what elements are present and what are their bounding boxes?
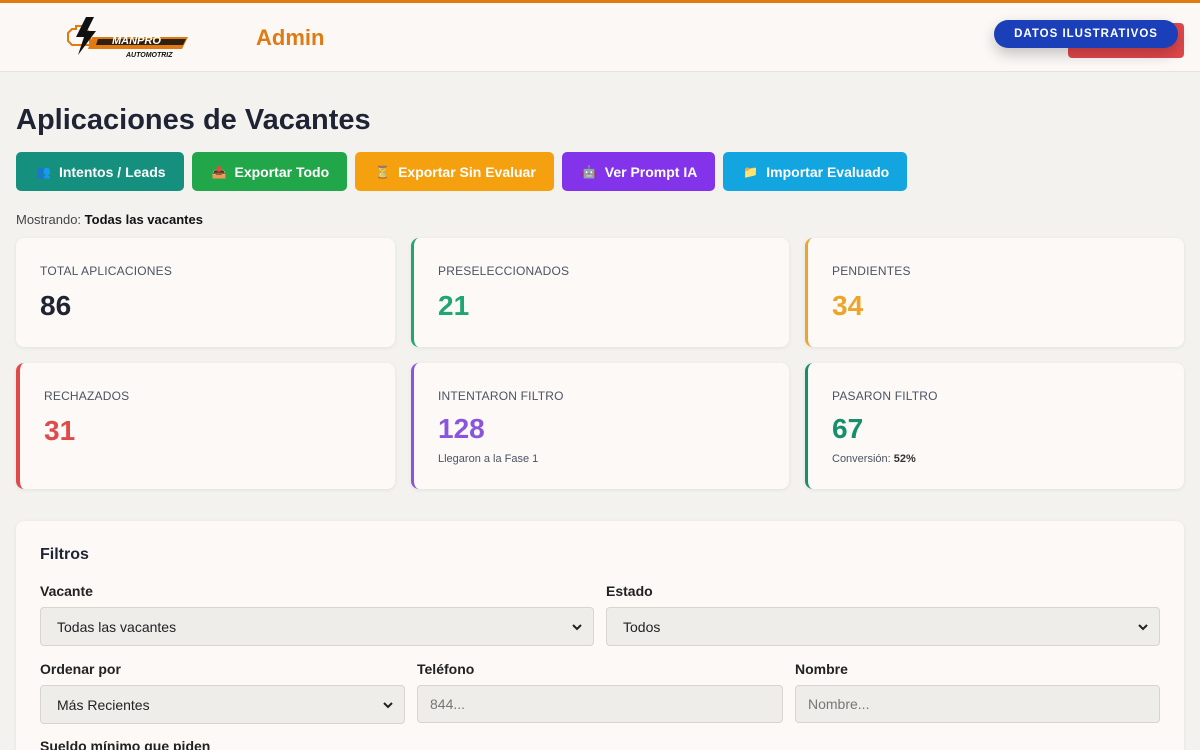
stat-label: PENDIENTES <box>832 264 911 278</box>
admin-label: Admin <box>256 25 325 50</box>
export-unevaluated-button-label: Exportar Sin Evaluar <box>398 163 536 180</box>
hourglass-icon: ⏳ <box>375 164 391 179</box>
robot-icon: 🤖 <box>581 164 597 179</box>
filters-title: Filtros <box>40 546 89 563</box>
view-prompt-button[interactable]: 🤖 Ver Prompt IA <box>561 152 716 191</box>
stat-value: 86 <box>40 290 72 321</box>
telefono-label: Teléfono <box>417 661 475 677</box>
users-icon: 👥 <box>36 164 51 179</box>
logo-tagline-text: AUTOMOTRIZ <box>125 52 173 59</box>
filters-panel: Filtros Vacante Todas las vacantes Estad… <box>16 521 1184 750</box>
stat-label: PASARON FILTRO <box>832 389 938 403</box>
folder-icon: 📁 <box>743 164 759 179</box>
ordenar-select[interactable]: Más Recientes <box>40 685 405 724</box>
estado-select-value: Todos <box>623 618 661 635</box>
showing-value: Todas las vacantes <box>84 212 203 227</box>
nombre-placeholder: Nombre... <box>808 696 870 712</box>
chevron-down-icon <box>572 624 582 631</box>
chevron-down-icon <box>1138 624 1148 631</box>
action-toolbar: 👥 Intentos / Leads 📤 Exportar Todo ⏳ Exp… <box>16 152 908 191</box>
export-unevaluated-button[interactable]: ⏳ Exportar Sin Evaluar <box>355 152 554 191</box>
stat-card-rejected: RECHAZADOS 31 <box>16 363 395 489</box>
stat-value: 34 <box>832 290 864 321</box>
page-title: Aplicaciones de Vacantes <box>16 104 371 136</box>
stat-label: INTENTARON FILTRO <box>438 389 564 403</box>
telefono-placeholder: 844... <box>430 696 466 712</box>
leads-button-label: Intentos / Leads <box>58 163 166 180</box>
vacante-select[interactable]: Todas las vacantes <box>40 607 594 646</box>
import-evaluated-button-label: Importar Evaluado <box>766 163 890 180</box>
ordenar-select-value: Más Recientes <box>57 696 150 713</box>
chevron-down-icon <box>383 702 393 709</box>
ordenar-label: Ordenar por <box>40 661 121 677</box>
stat-value: 67 <box>832 413 864 444</box>
logo-brand-text: MANPRO <box>112 35 161 47</box>
estado-label: Estado <box>606 583 653 599</box>
export-all-button-label: Exportar Todo <box>234 163 330 180</box>
showing-text: Mostrando: Todas las vacantes <box>16 212 203 227</box>
illustrative-data-badge: DATOS ILUSTRATIVOS <box>994 20 1178 48</box>
stat-value: 128 <box>438 413 485 444</box>
stat-value: 21 <box>438 290 470 321</box>
nombre-input[interactable]: Nombre... <box>795 685 1160 723</box>
leads-button[interactable]: 👥 Intentos / Leads <box>16 152 184 191</box>
stat-label: TOTAL APLICACIONES <box>40 264 173 278</box>
conversion-value: 52% <box>893 453 916 465</box>
conversion-label: Conversión: <box>832 453 891 465</box>
vacante-label: Vacante <box>40 583 93 599</box>
view-prompt-button-label: Ver Prompt IA <box>604 163 698 180</box>
stat-label: PRESELECCIONADOS <box>438 264 570 278</box>
manpro-logo[interactable]: MANPRO AUTOMOTRIZ <box>62 15 192 59</box>
stat-value: 31 <box>44 415 76 446</box>
showing-prefix: Mostrando: <box>16 212 82 227</box>
header: MANPRO AUTOMOTRIZ Admin DATOS ILUSTRATIV… <box>0 3 1200 72</box>
import-evaluated-button[interactable]: 📁 Importar Evaluado <box>723 152 908 191</box>
stat-card-preselected: PRESELECCIONADOS 21 <box>411 238 789 347</box>
stat-card-attempted: INTENTARON FILTRO 128 Llegaron a la Fase… <box>411 363 789 489</box>
stat-label: RECHAZADOS <box>44 389 130 403</box>
nombre-label: Nombre <box>795 661 848 677</box>
stat-card-total: TOTAL APLICACIONES 86 <box>16 238 395 347</box>
export-all-button[interactable]: 📤 Exportar Todo <box>191 152 348 191</box>
telefono-input[interactable]: 844... <box>417 685 783 723</box>
vacante-select-value: Todas las vacantes <box>57 618 177 635</box>
inbox-icon: 📤 <box>211 164 227 179</box>
stat-card-pending: PENDIENTES 34 <box>805 238 1184 347</box>
estado-select[interactable]: Todos <box>606 607 1160 646</box>
stat-subtext: Conversión: 52% <box>832 453 916 465</box>
engine-bolt-icon: MANPRO AUTOMOTRIZ <box>67 17 188 59</box>
stat-subtext: Llegaron a la Fase 1 <box>438 453 539 465</box>
sueldo-label: Sueldo mínimo que piden <box>40 738 211 750</box>
stat-card-passed: PASARON FILTRO 67 Conversión: 52% <box>805 363 1184 489</box>
